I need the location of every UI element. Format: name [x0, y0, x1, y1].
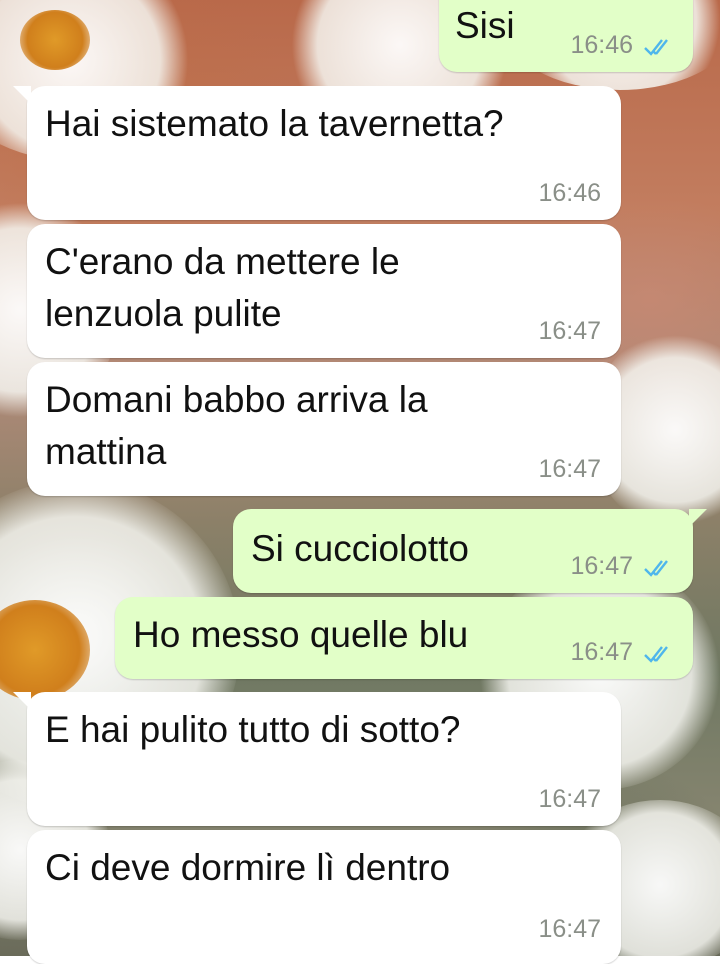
message-bubble-outgoing[interactable]: Sisi 16:46 — [439, 0, 693, 72]
message-text: Ci deve dormire lì dentro — [45, 847, 451, 888]
message-time: 16:47 — [570, 638, 633, 666]
message-time: 16:46 — [538, 179, 601, 207]
message-bubble-outgoing[interactable]: Si cucciolotto 16:47 — [233, 509, 707, 593]
double-check-icon — [644, 646, 668, 663]
message-bubble-incoming[interactable]: Hai sistemato la tavernetta? 16:46 — [13, 86, 621, 220]
message-time: 16:47 — [538, 455, 601, 483]
double-check-icon — [644, 560, 668, 577]
message-text: Domani babbo arriva la mattina — [45, 379, 428, 472]
double-check-icon — [644, 39, 668, 56]
message-text: Hai sistemato la tavernetta? — [45, 103, 504, 144]
message-text: Si cucciolotto — [251, 528, 469, 569]
message-bubble-incoming[interactable]: C'erano da mettere le lenzuola pulite 16… — [27, 224, 621, 358]
message-time: 16:47 — [538, 317, 601, 345]
message-time: 16:47 — [570, 552, 633, 580]
message-text: Sisi — [455, 5, 515, 46]
message-text: Ho messo quelle blu — [133, 614, 469, 655]
message-bubble-incoming[interactable]: Ci deve dormire lì dentro 16:47 — [27, 830, 621, 964]
message-bubble-incoming[interactable]: E hai pulito tutto di sotto? 16:47 — [13, 692, 621, 826]
message-bubble-incoming[interactable]: Domani babbo arriva la mattina 16:47 — [27, 362, 621, 496]
message-time: 16:46 — [570, 31, 633, 59]
message-bubble-outgoing[interactable]: Ho messo quelle blu 16:47 — [115, 597, 693, 679]
message-time: 16:47 — [538, 915, 601, 943]
message-time: 16:47 — [538, 785, 601, 813]
message-text: C'erano da mettere le lenzuola pulite — [45, 241, 400, 334]
message-text: E hai pulito tutto di sotto? — [45, 709, 461, 750]
